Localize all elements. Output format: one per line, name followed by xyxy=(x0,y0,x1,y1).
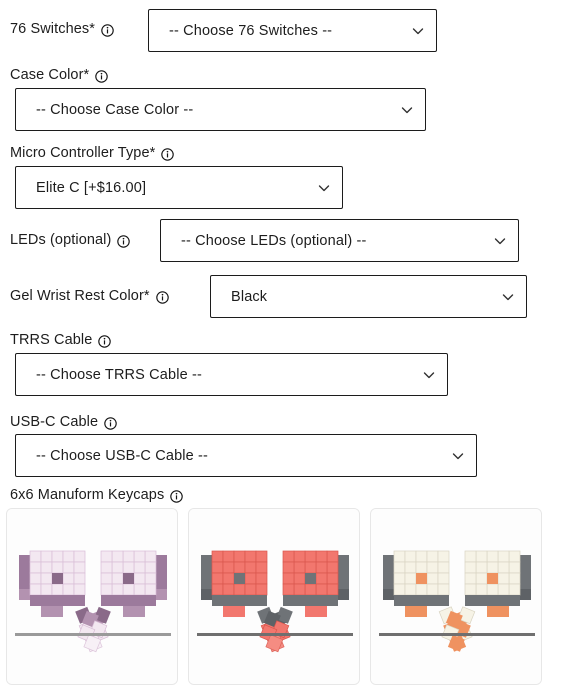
chevron-down-icon xyxy=(410,23,426,39)
info-icon[interactable] xyxy=(161,147,175,161)
label-micro-controller-type-text: Micro Controller Type* xyxy=(10,145,156,161)
select-micro-controller-type-value: Elite C [+$16.00] xyxy=(36,179,147,196)
label-case-color-text: Case Color* xyxy=(10,67,90,83)
label-manuform-keycaps-text: 6x6 Manuform Keycaps xyxy=(10,487,165,503)
select-gel-wrist-rest-color-value: Black xyxy=(231,288,268,305)
select-usb-c-cable[interactable]: -- Choose USB-C Cable -- xyxy=(15,434,477,477)
label-micro-controller-type: Micro Controller Type* xyxy=(10,145,175,161)
select-micro-controller-type[interactable]: Elite C [+$16.00] xyxy=(15,166,343,209)
select-gel-wrist-rest-color[interactable]: Black xyxy=(210,275,527,318)
info-icon[interactable] xyxy=(170,489,184,503)
label-leds: LEDs (optional) xyxy=(10,232,131,248)
option-row-case-color: Case Color* -- Choose Case Color -- xyxy=(0,62,568,140)
label-trrs-cable: TRRS Cable xyxy=(10,332,112,348)
label-switches-text: 76 Switches* xyxy=(10,21,96,37)
keycap-option-cream[interactable] xyxy=(370,508,542,685)
option-row-trrs-cable: TRRS Cable -- Choose TRRS Cable -- xyxy=(0,330,568,408)
select-leds-value: -- Choose LEDs (optional) -- xyxy=(181,232,367,249)
select-trrs-cable-value: -- Choose TRRS Cable -- xyxy=(36,366,202,383)
info-icon[interactable] xyxy=(98,334,112,348)
option-row-leds: LEDs (optional) -- Choose LEDs (optional… xyxy=(0,218,568,274)
option-row-gel-wrist-rest-color: Gel Wrist Rest Color* Black xyxy=(0,274,568,330)
select-case-color-value: -- Choose Case Color -- xyxy=(36,101,194,118)
info-icon[interactable] xyxy=(95,69,109,83)
chevron-down-icon xyxy=(500,289,516,305)
option-row-micro-controller-type: Micro Controller Type* Elite C [+$16.00] xyxy=(0,140,568,218)
keycap-option-red[interactable] xyxy=(188,508,360,685)
keycap-option-purple[interactable] xyxy=(6,508,178,685)
label-gel-wrist-rest-color-text: Gel Wrist Rest Color* xyxy=(10,288,150,304)
label-manuform-keycaps: 6x6 Manuform Keycaps xyxy=(10,487,184,503)
label-case-color: Case Color* xyxy=(10,67,109,83)
select-switches[interactable]: -- Choose 76 Switches -- xyxy=(148,9,437,52)
label-gel-wrist-rest-color: Gel Wrist Rest Color* xyxy=(10,289,169,304)
select-usb-c-cable-value: -- Choose USB-C Cable -- xyxy=(36,447,209,464)
chevron-down-icon xyxy=(421,367,437,383)
chevron-down-icon xyxy=(399,102,415,118)
info-icon[interactable] xyxy=(104,416,117,430)
label-switches: 76 Switches* xyxy=(10,22,114,37)
keycap-option-thumbnails xyxy=(6,508,542,685)
keycap-preview-purple-image xyxy=(7,509,177,684)
keycap-preview-cream-image xyxy=(371,509,541,684)
label-trrs-cable-text: TRRS Cable xyxy=(10,332,93,348)
select-leds[interactable]: -- Choose LEDs (optional) -- xyxy=(160,219,519,262)
label-leds-text: LEDs (optional) xyxy=(10,232,112,248)
info-icon[interactable] xyxy=(101,23,114,37)
option-row-switches: 76 Switches* -- Choose 76 Switches -- xyxy=(0,0,568,62)
label-usb-c-cable-text: USB-C Cable xyxy=(10,414,99,430)
select-case-color[interactable]: -- Choose Case Color -- xyxy=(15,88,426,131)
option-row-usb-c-cable: USB-C Cable -- Choose USB-C Cable -- xyxy=(0,408,568,486)
chevron-down-icon xyxy=(316,180,332,196)
info-icon[interactable] xyxy=(155,290,169,304)
chevron-down-icon xyxy=(450,448,466,464)
select-switches-value: -- Choose 76 Switches -- xyxy=(169,22,333,39)
info-icon[interactable] xyxy=(117,234,131,248)
label-usb-c-cable: USB-C Cable xyxy=(10,415,117,430)
select-trrs-cable[interactable]: -- Choose TRRS Cable -- xyxy=(15,353,448,396)
chevron-down-icon xyxy=(492,233,508,249)
keycap-preview-red-image xyxy=(189,509,359,684)
